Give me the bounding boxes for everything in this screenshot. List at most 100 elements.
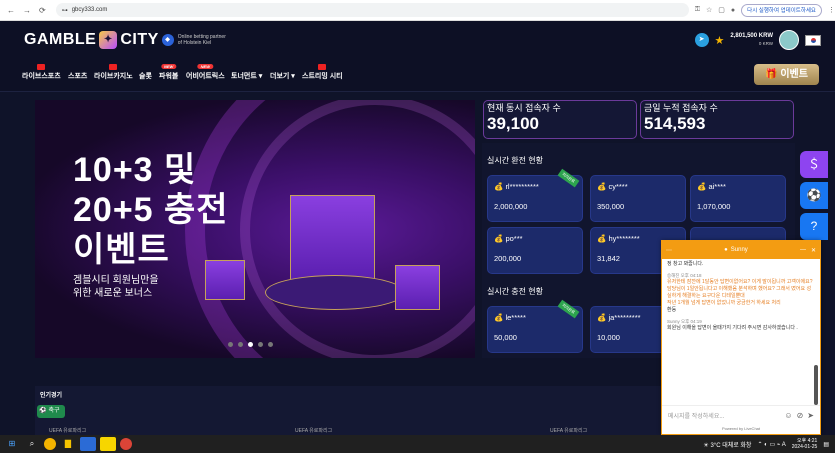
chrome-icon[interactable]	[120, 438, 132, 450]
carousel-dot[interactable]	[258, 342, 263, 347]
notification-icon[interactable]: ▤	[823, 441, 829, 448]
coin-icon: ＄	[807, 157, 820, 171]
address-bar[interactable]: ⊶ gbcy333.com	[55, 3, 689, 17]
forward-icon[interactable]: →	[23, 6, 31, 15]
avatar[interactable]	[779, 30, 799, 50]
back-icon[interactable]: ←	[7, 6, 15, 15]
menu-item-label: 토너먼트 ▾	[231, 73, 263, 80]
event-label: 이벤트	[780, 69, 808, 80]
refund-user: 💰 po***	[494, 234, 523, 243]
menu-tournament[interactable]: 토너먼트 ▾	[231, 71, 262, 81]
menu-slots[interactable]: 슬롯	[139, 71, 152, 81]
menu-item-label: 라이브스포츠	[22, 73, 61, 80]
file-explorer-icon[interactable]: ▇	[60, 437, 76, 451]
chat-input-placeholder: 메시지를 작성하세요...	[668, 414, 725, 420]
header-right: ➤ ★ 2,801,500 KRW 0 KRW	[694, 30, 821, 50]
menu-live-casino[interactable]: 라이브카지노	[94, 64, 133, 81]
clock[interactable]: 오후 4:21 2024-01-25	[792, 438, 818, 450]
gift-box-image	[290, 195, 375, 280]
telegram-icon[interactable]: ➤	[694, 33, 709, 47]
menu-kebab-icon[interactable]: ⋮	[828, 6, 835, 14]
search-icon[interactable]: ⌕	[24, 437, 40, 451]
menu-live-sports[interactable]: 라이브스포츠	[22, 64, 61, 81]
tray-icons[interactable]: ⌃ ◐ ▭ ⌁ A	[757, 441, 785, 448]
reload-icon[interactable]: ⟳	[39, 6, 46, 15]
user-id: rl**********	[505, 182, 539, 191]
user-id: hy********	[608, 234, 640, 243]
balance[interactable]: 2,801,500 KRW 0 KRW	[730, 33, 773, 47]
windows-start-icon[interactable]: ⊞	[4, 437, 20, 451]
korea-flag-icon[interactable]	[805, 34, 821, 46]
url-text: gbcy333.com	[71, 7, 108, 13]
weather-icon: ☀	[703, 442, 709, 449]
chrome-icon[interactable]	[44, 438, 56, 450]
send-icon[interactable]: ➤	[807, 411, 814, 420]
chat-options-icon[interactable]: ⋯	[666, 247, 672, 254]
site-logo[interactable]: GAMBLE ✦ CITY ◆	[24, 31, 174, 49]
menu-streaming-city[interactable]: 스트리밍 시티	[302, 64, 343, 81]
agent-avatar: ●	[724, 247, 728, 253]
user-id: ja*********	[608, 313, 641, 322]
refund-user: 💰 cy****	[597, 182, 628, 191]
bookmark-star-icon[interactable]: ☆	[706, 6, 712, 14]
powered-by: Powered by LiveChat	[721, 426, 761, 431]
ball-icon: ⚽	[806, 188, 822, 202]
emoji-icon[interactable]: ☺	[784, 411, 792, 420]
menu-item-label: 스트리밍 시티	[302, 73, 343, 80]
holstein-kiel-badge-icon: ◆	[161, 34, 174, 46]
system-tray: ☀ 3°C 대체로 화창 ⌃ ◐ ▭ ⌁ A 오후 4:21 2024-01-2…	[703, 438, 829, 450]
clock-date: 2024-01-25	[791, 444, 818, 450]
chat-scrollbar[interactable]	[814, 365, 818, 405]
message-meta: 승해진 오후 04:18	[667, 273, 702, 278]
relaunch-update-button[interactable]: 다시 실행하여 업데이트하세요	[741, 3, 822, 17]
logo-mark-icon: ✦	[99, 31, 118, 49]
profile-icon[interactable]: ●	[731, 7, 735, 14]
menu-more[interactable]: 더보기 ▾	[270, 71, 295, 81]
chat-input[interactable]: 메시지를 작성하세요... ☺ ⊘ ➤	[662, 405, 820, 425]
carousel-dot[interactable]	[268, 342, 273, 347]
message-meta: Sunny 오후 04:19	[667, 319, 702, 324]
soccer-filter-button[interactable]: ⚽ 축구	[37, 405, 65, 418]
sport-label: 축구	[48, 408, 60, 414]
key-icon[interactable]: ⚿	[695, 6, 700, 14]
site-info-icon[interactable]: ⊶	[62, 7, 68, 14]
refund-section-title: 실시간 환전 현황	[487, 156, 543, 165]
favorite-star-icon[interactable]: ★	[715, 34, 725, 47]
menu-abiatrix[interactable]: NEW 어비어트릭스	[186, 64, 225, 81]
carousel-dots	[228, 342, 273, 347]
logo-city: CITY	[120, 31, 159, 48]
side-bonus-button[interactable]: ＄	[800, 151, 828, 178]
cumulative-users-box: 금일 누적 접속자 수 514,593	[640, 100, 794, 139]
menu-powerball[interactable]: NEW 파워볼	[159, 64, 178, 81]
carousel-dot-active[interactable]	[248, 342, 253, 347]
new-badge: NEW	[160, 64, 177, 69]
carousel-dot[interactable]	[228, 342, 233, 347]
league-label[interactable]: UEFA 유로파리그	[49, 427, 86, 434]
weather[interactable]: ☀ 3°C 대체로 화창	[703, 440, 751, 449]
carousel-dot[interactable]	[238, 342, 243, 347]
close-icon[interactable]: ✕	[811, 247, 816, 254]
league-label[interactable]: UEFA 유로파리그	[295, 427, 332, 434]
site-header: GAMBLE ✦ CITY ◆ Online betting partner o…	[0, 21, 835, 59]
chat-agent: ● Sunny	[724, 247, 748, 253]
concurrent-value: 39,100	[487, 114, 539, 133]
sidepanel-icon[interactable]: ▢	[718, 6, 725, 14]
side-sports-button[interactable]: ⚽	[800, 182, 828, 209]
menu-sports[interactable]: 스포츠	[68, 71, 87, 81]
chat-header: ⋯ ● Sunny — ✕	[662, 241, 820, 259]
event-button[interactable]: 🎁 이벤트	[754, 64, 819, 85]
promo-banner[interactable]: 10+3 및 20+5 충전 이벤트 겜블시티 회원님만을 위한 새로운 보너스	[35, 100, 475, 358]
refund-user: 💰 rl**********	[494, 182, 539, 191]
chat-text: 회원님 이해을 답변이 올때가지 기다려 주시면 감사하겠습니다 .	[667, 325, 798, 331]
chat-messages: 정 창고 봐줍니다. 승해진 오후 04:18 유저한테 잠깐에 1달동안 답변…	[662, 259, 820, 407]
side-help-button[interactable]: ?	[800, 213, 828, 240]
refund-card: 💰 ai**** 1,070,000	[690, 175, 786, 222]
attach-icon[interactable]: ⊘	[797, 411, 804, 420]
soccer-icon: ⚽	[39, 408, 47, 414]
league-label[interactable]: UEFA 유로파리그	[550, 427, 587, 434]
app-icon[interactable]	[80, 437, 96, 451]
concurrent-label: 현재 동시 접속자 수	[487, 103, 561, 113]
minimize-icon[interactable]: —	[800, 247, 806, 253]
kakaotalk-icon[interactable]	[100, 437, 116, 451]
new-badge: NEW	[197, 64, 213, 69]
